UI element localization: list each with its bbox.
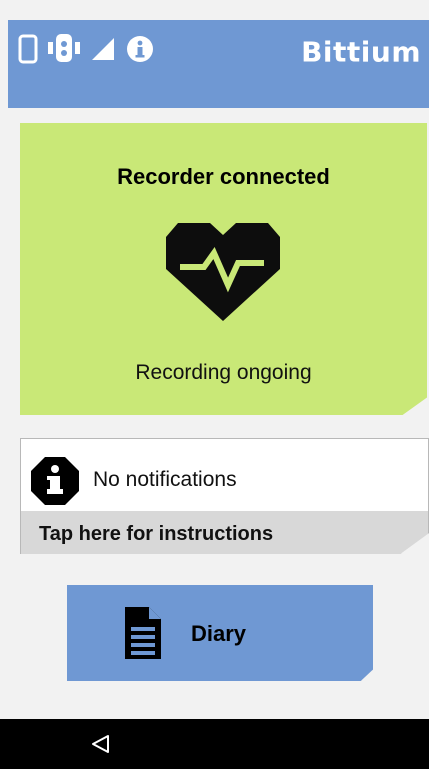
info-icon[interactable] [126, 35, 154, 63]
recorder-device-icon [48, 34, 80, 62]
instructions-link[interactable]: Tap here for instructions [39, 523, 273, 546]
document-icon [125, 607, 161, 659]
diary-label: Diary [191, 621, 247, 646]
notifications-panel[interactable]: No notifications Tap here for instructio… [20, 438, 429, 554]
navigation-bar [0, 719, 429, 769]
info-octagon-icon [31, 457, 79, 505]
recorder-status-card: Recorder connected Recording ongoing [20, 123, 427, 415]
diary-button[interactable]: Diary [67, 585, 373, 681]
notifications-text: No notifications [93, 468, 237, 491]
phone-icon [18, 34, 38, 64]
back-triangle-icon[interactable] [90, 733, 112, 755]
signal-icon [92, 38, 114, 60]
status-subtitle: Recording ongoing [135, 361, 312, 384]
brand-logo: Bittium [301, 35, 421, 69]
status-title: Recorder connected [117, 164, 330, 189]
status-icons [18, 34, 154, 64]
heart-ecg-icon [166, 223, 280, 321]
